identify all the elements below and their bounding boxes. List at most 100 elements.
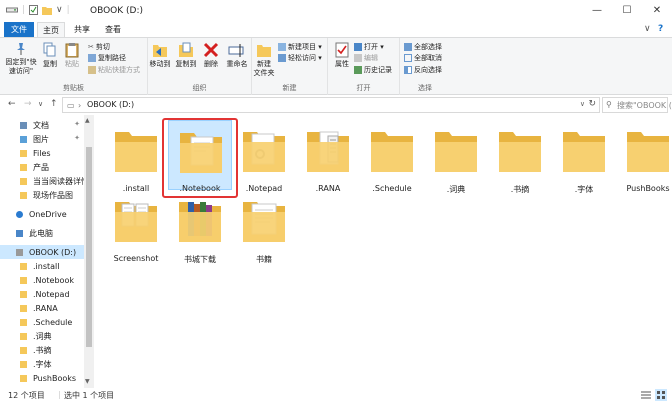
nav-item-label: 文档	[33, 120, 49, 130]
file-item-item-10[interactable]: 书城下载	[168, 190, 232, 264]
file-item-install[interactable]: .install	[104, 120, 168, 193]
address-input[interactable]: ▭ › OBOOK (D:) ∨ ↻	[62, 97, 600, 113]
rename-button[interactable]: 重命名	[224, 42, 250, 69]
nav-item-notepad[interactable]: .Notepad	[0, 287, 84, 301]
nav-item-files[interactable]: Files	[0, 146, 84, 160]
history-icon	[354, 66, 362, 74]
recent-locations-button[interactable]: ∨	[38, 100, 43, 108]
path-icon	[88, 54, 96, 62]
tab-view[interactable]: 查看	[99, 22, 127, 37]
refresh-icon[interactable]: ↻	[588, 99, 596, 109]
breadcrumb-separator[interactable]: ›	[78, 101, 81, 110]
file-item-label: Screenshot	[113, 254, 159, 263]
nav-item-item-4[interactable]: 当当阅读器详情页	[0, 174, 84, 188]
qat-dropdown-icon[interactable]: ∨	[56, 5, 63, 15]
nav-item-obookd[interactable]: OBOOK (D:)	[0, 245, 84, 259]
move-to-button[interactable]: 移动到	[148, 42, 172, 69]
new-folder-button[interactable]: 新建 文件夹	[252, 42, 276, 78]
nav-item-item-15[interactable]: .书摘	[0, 343, 84, 357]
file-item-schedule[interactable]: .Schedule	[360, 120, 424, 193]
tab-share[interactable]: 共享	[68, 22, 96, 37]
nav-item-item-5[interactable]: 现场作品图	[0, 188, 84, 202]
nav-item-install[interactable]: .install	[0, 259, 84, 273]
address-dropdown-icon[interactable]: ∨	[580, 100, 585, 108]
breadcrumb-drive[interactable]: OBOOK (D:)	[87, 100, 134, 109]
delete-button[interactable]: 删除	[200, 42, 222, 69]
select-all-button[interactable]: 全部选择	[404, 42, 442, 52]
new-group: 新建 文件夹 新建项目 ▾ 轻松访问 ▾ 新建	[252, 38, 328, 95]
tab-file[interactable]: 文件	[4, 22, 34, 37]
file-item-notepad[interactable]: .Notepad	[232, 120, 296, 193]
file-item-pushbooks[interactable]: PushBooks	[616, 120, 672, 193]
folder-icon	[20, 360, 27, 368]
file-item-label: 书城下载	[184, 255, 216, 264]
minimize-button[interactable]: —	[582, 0, 612, 22]
back-button[interactable]: ←	[8, 99, 16, 109]
search-input[interactable]: ⚲ 搜索"OBOOK (D:)"	[602, 97, 672, 113]
open-button[interactable]: 打开 ▾	[354, 42, 384, 52]
copy-path-button[interactable]: 复制路径	[88, 53, 126, 63]
nav-item-pushbooks[interactable]: PushBooks	[0, 371, 84, 385]
scroll-down-icon[interactable]: ▼	[85, 378, 90, 385]
nav-item-label: OBOOK (D:)	[29, 247, 77, 257]
select-all-icon	[404, 43, 412, 51]
open-icon	[354, 43, 362, 51]
up-button[interactable]: ↑	[50, 99, 58, 109]
tab-home[interactable]: 主页	[37, 22, 65, 37]
edit-button[interactable]: 编辑	[354, 53, 378, 63]
new-group-label: 新建	[282, 84, 297, 92]
nav-item-item-16[interactable]: .字体	[0, 357, 84, 371]
paste-button[interactable]: 粘贴	[62, 42, 82, 69]
properties-button[interactable]: 属性	[330, 42, 354, 69]
file-item-item-6[interactable]: .书摘	[488, 120, 552, 194]
file-item-item-11[interactable]: 书籍	[232, 190, 296, 264]
documents-icon	[20, 121, 27, 129]
forward-button[interactable]: →	[24, 99, 32, 109]
drive-icon: ▭	[67, 101, 75, 110]
nav-item-item-7[interactable]: 此电脑	[0, 226, 84, 240]
nav-item-label: 现场作品图	[33, 190, 73, 200]
maximize-button[interactable]: ☐	[612, 0, 642, 22]
file-item-label: .书摘	[510, 185, 530, 194]
copy-button[interactable]: 复制	[40, 42, 60, 69]
file-item-item-5[interactable]: .词典	[424, 120, 488, 194]
rename-icon	[228, 44, 244, 57]
nav-item-schedule[interactable]: .Schedule	[0, 315, 84, 329]
easy-access-button[interactable]: 轻松访问 ▾	[278, 53, 322, 63]
organize-group-label: 组织	[192, 84, 207, 92]
nav-item-item-3[interactable]: 产品	[0, 160, 84, 174]
help-icon[interactable]: ?	[658, 24, 663, 34]
collapse-ribbon-icon[interactable]: ∨	[644, 24, 651, 34]
details-view-icon[interactable]	[640, 389, 652, 401]
pin-icon[interactable]: ✦	[74, 120, 80, 128]
nav-scrollbar-thumb[interactable]	[86, 147, 92, 347]
scroll-up-icon[interactable]: ▲	[85, 117, 90, 124]
invert-selection-button[interactable]: 反向选择	[404, 65, 442, 75]
nav-item-item-0[interactable]: 文档 ✦	[0, 118, 84, 132]
properties-icon[interactable]	[29, 5, 39, 15]
copy-to-button[interactable]: 复制到	[174, 42, 198, 69]
nav-item-notebook[interactable]: .Notebook	[0, 273, 84, 287]
file-item-rana[interactable]: .RANA	[296, 120, 360, 193]
scissors-icon: ✂	[88, 43, 94, 51]
nav-item-rana[interactable]: .RANA	[0, 301, 84, 315]
new-item-button[interactable]: 新建项目 ▾	[278, 42, 322, 52]
invert-selection-icon	[404, 66, 412, 74]
nav-item-onedrive[interactable]: OneDrive	[0, 207, 84, 221]
pin-icon[interactable]: ✦	[74, 134, 80, 142]
nav-scrollbar[interactable]: ▲ ▼	[84, 115, 94, 388]
new-folder-icon[interactable]	[42, 6, 53, 15]
cut-button[interactable]: ✂ 剪切	[88, 42, 110, 52]
nav-item-item-14[interactable]: .词典	[0, 329, 84, 343]
paste-shortcut-button[interactable]: 粘贴快捷方式	[88, 65, 140, 75]
large-icons-view-icon[interactable]	[655, 389, 667, 401]
file-item-screenshot[interactable]: Screenshot	[104, 190, 168, 263]
close-button[interactable]: ✕	[642, 0, 672, 22]
file-item-label: .字体	[574, 185, 594, 194]
select-none-button[interactable]: 全部取消	[404, 53, 442, 63]
pin-quick-access-button[interactable]: 固定到"快速访问"	[4, 42, 38, 76]
nav-item-label: .RANA	[33, 303, 58, 313]
file-item-item-7[interactable]: .字体	[552, 120, 616, 194]
nav-item-item-1[interactable]: 图片 ✦	[0, 132, 84, 146]
history-button[interactable]: 历史记录	[354, 65, 392, 75]
